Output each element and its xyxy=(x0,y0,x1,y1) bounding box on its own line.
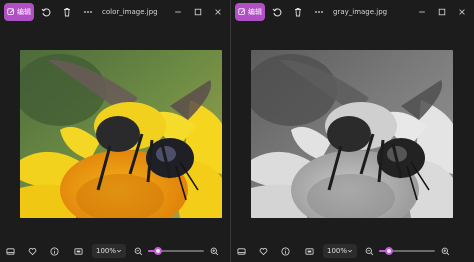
maximize-icon xyxy=(194,8,202,16)
zoom-slider[interactable] xyxy=(379,245,435,257)
close-icon xyxy=(215,9,221,15)
zoom-in-icon xyxy=(210,247,218,255)
edit-button[interactable]: 编辑 xyxy=(235,3,265,21)
info-button[interactable] xyxy=(46,243,62,259)
rotate-icon xyxy=(41,8,51,17)
color-photo xyxy=(20,50,222,218)
maximize-icon xyxy=(438,8,446,16)
info-icon xyxy=(280,246,290,256)
favorite-button[interactable] xyxy=(24,243,40,259)
zoom-slider[interactable] xyxy=(148,245,204,257)
fit-window-button[interactable] xyxy=(301,243,317,259)
edit-label: 编辑 xyxy=(248,8,262,16)
filmstrip-button[interactable] xyxy=(233,243,249,259)
minimize-button[interactable] xyxy=(168,4,188,20)
info-icon xyxy=(49,246,59,256)
bee-on-flower-color-image xyxy=(20,50,222,218)
minimize-button[interactable] xyxy=(412,4,432,20)
more-button[interactable] xyxy=(80,4,96,20)
zoom-level-dropdown[interactable]: 100% xyxy=(92,244,126,258)
minimize-icon xyxy=(419,11,425,13)
zoom-out-icon xyxy=(134,247,142,255)
zoom-level-value: 100% xyxy=(96,247,117,255)
more-icon xyxy=(84,11,92,13)
grayscale-photo xyxy=(251,50,453,218)
edit-icon xyxy=(238,8,245,15)
delete-icon xyxy=(64,8,70,17)
fit-window-icon xyxy=(73,247,83,255)
zoom-out-icon xyxy=(365,247,373,255)
zoom-out-button[interactable] xyxy=(361,243,377,259)
minimize-icon xyxy=(175,11,181,13)
right-photo-window: 编辑 gray_image.jpg 100% xyxy=(231,0,474,262)
info-button[interactable] xyxy=(277,243,293,259)
delete-button[interactable] xyxy=(59,4,75,20)
edit-label: 编辑 xyxy=(17,8,31,16)
maximize-button[interactable] xyxy=(188,4,208,20)
left-photo-window: 编辑 color_image.jpg 100% xyxy=(0,0,230,262)
left-bottom-bar: 100% xyxy=(0,240,230,262)
zoom-in-button[interactable] xyxy=(437,243,453,259)
rotate-button[interactable] xyxy=(269,4,285,20)
rotate-icon xyxy=(272,8,282,17)
bee-on-flower-grayscale-image xyxy=(251,50,453,218)
delete-button[interactable] xyxy=(290,4,306,20)
close-icon xyxy=(459,9,465,15)
right-bottom-bar: 100% xyxy=(231,240,474,262)
chevron-down-icon xyxy=(116,249,122,253)
favorite-icon xyxy=(28,247,36,255)
favorite-icon xyxy=(259,247,267,255)
zoom-in-button[interactable] xyxy=(206,243,222,259)
file-name: color_image.jpg xyxy=(102,8,158,16)
edit-icon xyxy=(7,8,14,15)
close-button[interactable] xyxy=(452,4,472,20)
zoom-level-dropdown[interactable]: 100% xyxy=(323,244,357,258)
zoom-in-icon xyxy=(441,247,449,255)
edit-button[interactable]: 编辑 xyxy=(4,3,34,21)
zoom-level-value: 100% xyxy=(327,247,348,255)
file-name: gray_image.jpg xyxy=(333,8,388,16)
rotate-button[interactable] xyxy=(38,4,54,20)
filmstrip-icon xyxy=(5,247,15,255)
more-icon xyxy=(315,11,323,13)
chevron-down-icon xyxy=(347,249,353,253)
zoom-slider-thumb[interactable] xyxy=(154,247,162,255)
filmstrip-button[interactable] xyxy=(2,243,18,259)
maximize-button[interactable] xyxy=(432,4,452,20)
close-button[interactable] xyxy=(208,4,228,20)
fit-window-button[interactable] xyxy=(70,243,86,259)
zoom-slider-thumb[interactable] xyxy=(385,247,393,255)
left-title-bar: 编辑 color_image.jpg xyxy=(0,0,230,24)
zoom-out-button[interactable] xyxy=(130,243,146,259)
more-button[interactable] xyxy=(311,4,327,20)
fit-window-icon xyxy=(304,247,314,255)
delete-icon xyxy=(295,8,301,17)
filmstrip-icon xyxy=(236,247,246,255)
right-title-bar: 编辑 gray_image.jpg xyxy=(231,0,474,24)
favorite-button[interactable] xyxy=(255,243,271,259)
